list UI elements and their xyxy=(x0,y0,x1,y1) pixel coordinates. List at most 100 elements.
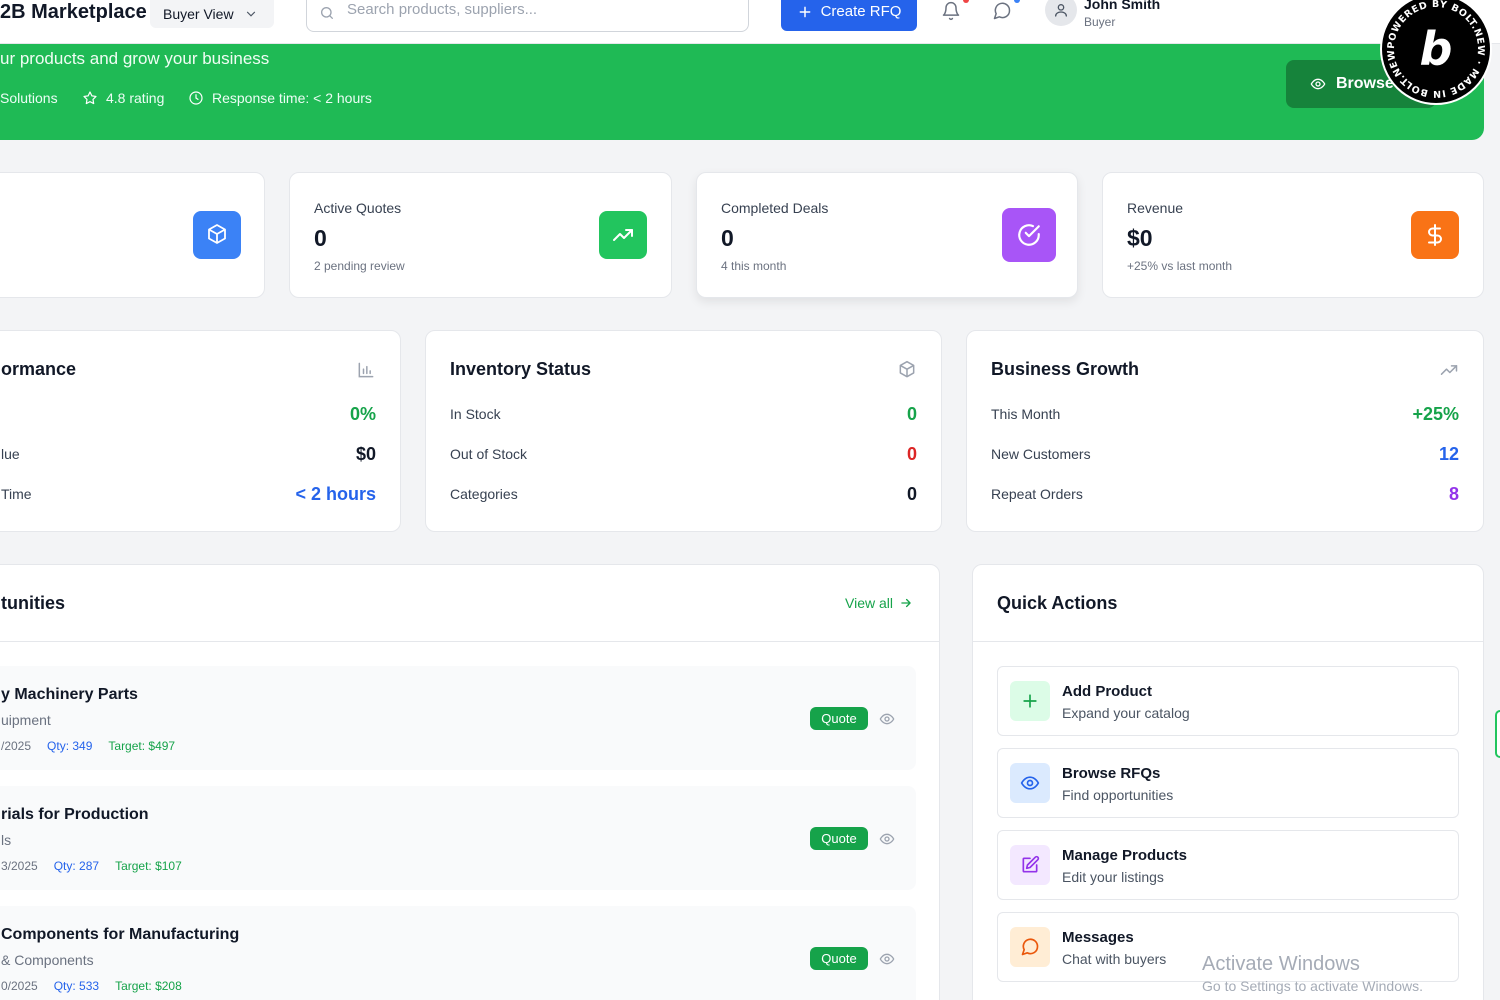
banner-subtitle: ur products and grow your business xyxy=(0,49,270,68)
quick-action-sub: Find opportunities xyxy=(1062,787,1174,803)
stat-icon-dollar xyxy=(1411,211,1459,259)
opportunity-category: uipment xyxy=(1,712,51,728)
banner-response-label: Response time: < 2 hours xyxy=(212,90,372,106)
opportunity-item[interactable]: y Machinery Parts uipment /2025 Qty: 349… xyxy=(0,666,916,770)
panel-divider xyxy=(973,641,1483,642)
opportunity-qty: Qty: 287 xyxy=(53,859,100,873)
metric-value: 0 xyxy=(906,444,917,464)
search-box[interactable] xyxy=(306,0,749,32)
opportunity-target: Target: $208 xyxy=(115,979,182,993)
opportunity-date: 3/2025 xyxy=(1,859,38,873)
user-name: John Smith xyxy=(1084,0,1161,12)
box-icon xyxy=(899,360,915,378)
growth-title: Business Growth xyxy=(991,359,1140,379)
view-switch-label: Buyer View xyxy=(163,6,234,22)
messages-button[interactable] xyxy=(992,0,1020,21)
stat-value: 0 xyxy=(314,225,327,251)
growth-card: Business Growth This Month +25% New Cust… xyxy=(966,330,1484,532)
edit-icon xyxy=(1022,855,1040,873)
arrow-right-icon xyxy=(901,598,911,608)
view-switch-dropdown[interactable]: Buyer View xyxy=(150,0,274,28)
stat-label: Revenue xyxy=(1127,200,1184,216)
eye-icon[interactable] xyxy=(879,711,895,727)
opportunity-category: & Components xyxy=(1,952,94,968)
eye-icon[interactable] xyxy=(879,951,895,967)
quick-action-title: Browse RFQs xyxy=(1062,765,1161,782)
clock-icon xyxy=(189,91,203,105)
quick-action-manage-products[interactable]: Manage Products Edit your listings xyxy=(997,830,1459,900)
opportunity-item[interactable]: rials for Production ls 3/2025 Qty: 287 … xyxy=(0,786,916,890)
quick-action-add-product[interactable]: Add Product Expand your catalog xyxy=(997,666,1459,736)
quick-action-title: Add Product xyxy=(1062,683,1152,700)
banner-response: Response time: < 2 hours xyxy=(188,90,372,106)
banner-rating-label: 4.8 rating xyxy=(106,90,165,106)
opportunity-qty: Qty: 533 xyxy=(53,979,100,993)
quote-button[interactable]: Quote xyxy=(810,707,868,730)
plus-icon xyxy=(1023,694,1037,708)
metric-value: +25% xyxy=(1412,404,1459,424)
opportunity-target: Target: $497 xyxy=(108,739,176,753)
metric-value: $0 xyxy=(355,444,376,464)
create-rfq-button[interactable]: Create RFQ xyxy=(781,0,917,31)
banner-company-label: Solutions xyxy=(0,90,58,106)
opportunity-title: y Machinery Parts xyxy=(1,686,138,703)
quote-button[interactable]: Quote xyxy=(810,827,868,850)
bolt-badge-graphic: POWERED BY BOLT.NEW · MADE IN BOLT.NEW ·… xyxy=(1382,0,1486,99)
message-dot xyxy=(1014,0,1020,3)
notifications-button[interactable] xyxy=(941,0,969,21)
performance-title: ormance xyxy=(1,359,77,379)
windows-watermark-sub: Go to Settings to activate Windows. xyxy=(1202,978,1423,994)
inventory-title: Inventory Status xyxy=(450,359,592,379)
opportunity-title: rials for Production xyxy=(1,806,149,823)
banner-rating: 4.8 rating xyxy=(82,90,164,106)
metric-value: 0 xyxy=(906,404,917,424)
quick-action-title: Manage Products xyxy=(1062,847,1188,864)
stat-icon-box xyxy=(193,211,241,259)
stat-sub: 4 this month xyxy=(721,259,787,273)
quote-button[interactable]: Quote xyxy=(810,947,868,970)
search-input[interactable] xyxy=(347,1,737,18)
metric-value: 0% xyxy=(349,404,376,424)
dollar-icon xyxy=(1428,224,1442,246)
stat-card-completed-deals: Completed Deals 0 4 this month xyxy=(696,172,1078,298)
box-icon xyxy=(208,224,226,244)
trending-up-icon xyxy=(613,229,633,241)
opportunity-qty: Qty: 349 xyxy=(47,739,93,753)
plus-icon xyxy=(799,6,810,17)
bolt-badge[interactable]: POWERED BY BOLT.NEW · MADE IN BOLT.NEW ·… xyxy=(1380,0,1492,105)
stat-card-active-quotes: Active Quotes 0 2 pending review xyxy=(289,172,672,298)
metric-label: lue xyxy=(1,446,20,462)
metric-value: 0 xyxy=(906,484,917,504)
stat-icon-trend xyxy=(599,211,647,259)
create-rfq-label: Create RFQ xyxy=(820,3,902,20)
quick-action-icon xyxy=(1010,763,1050,803)
opportunity-meta: 0/2025 Qty: 533 Target: $208 xyxy=(1,979,182,993)
bolt-logo-icon: b xyxy=(1420,22,1453,76)
quick-action-browse-rfqs[interactable]: Browse RFQs Find opportunities xyxy=(997,748,1459,818)
eye-icon xyxy=(1310,78,1326,90)
metric-label: In Stock xyxy=(450,406,501,422)
stat-icon-check xyxy=(1002,208,1056,262)
opportunity-item[interactable]: Components for Manufacturing & Component… xyxy=(0,906,916,1000)
metric-label: Time xyxy=(1,486,32,502)
user-role: Buyer xyxy=(1084,15,1116,29)
message-circle-icon xyxy=(993,2,1011,20)
eye-icon[interactable] xyxy=(879,831,895,847)
quick-action-icon xyxy=(1010,681,1050,721)
stat-value: 0 xyxy=(721,225,734,251)
user-avatar[interactable] xyxy=(1045,0,1077,26)
trending-up-icon xyxy=(1440,365,1458,375)
bell-icon xyxy=(942,1,960,21)
side-feedback-tab[interactable] xyxy=(1495,710,1500,758)
quick-actions-panel: Quick Actions Add Product Expand your ca… xyxy=(972,564,1484,1000)
view-all-link[interactable]: View all xyxy=(845,595,913,611)
check-circle-icon xyxy=(1018,224,1040,246)
stat-label: Active Quotes xyxy=(314,200,402,216)
brand-title[interactable]: 2B Marketplace xyxy=(0,1,147,24)
opportunity-target: Target: $107 xyxy=(115,859,182,873)
opportunity-meta: /2025 Qty: 349 Target: $497 xyxy=(1,739,175,753)
metric-label: Out of Stock xyxy=(450,446,528,462)
quick-action-icon xyxy=(1010,927,1050,967)
metric-label: Categories xyxy=(450,486,518,502)
search-icon xyxy=(321,6,333,19)
